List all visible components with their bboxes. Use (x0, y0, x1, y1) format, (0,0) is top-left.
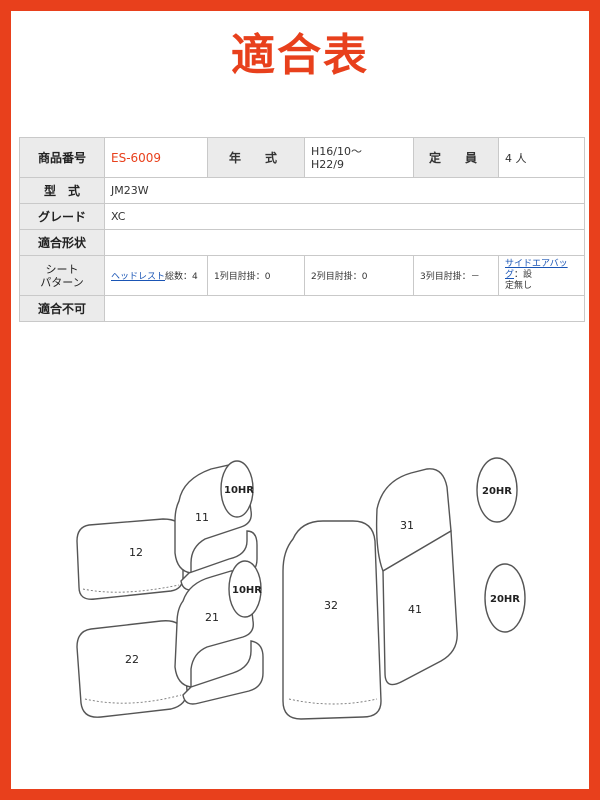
part-label: 12 (129, 546, 143, 559)
part-label: 21 (205, 611, 219, 624)
headrest-20hr-upper: 20HR (476, 457, 518, 523)
part-label: 41 (408, 603, 422, 616)
headrest-label: 10HR (232, 585, 262, 596)
headrest-label: 20HR (490, 594, 520, 605)
headrest-label: 20HR (482, 486, 512, 497)
seat-part-12: 12 (76, 518, 184, 600)
part-label: 31 (400, 519, 414, 532)
headrest-10hr-lower: 10HR (228, 560, 262, 618)
seat-cover-diagram: 12 11 10HR 22 21 10HR 32 31 41 20HR 20HR (76, 457, 526, 720)
seat-part-22: 22 (76, 620, 188, 718)
headrest-label: 10HR (224, 485, 254, 496)
part-label: 22 (125, 653, 139, 666)
part-label: 32 (324, 599, 338, 612)
page: 適合表 商品番号 ES-6009 年 式 H16/10〜 H22/9 定 員 4… (11, 11, 589, 789)
part-label: 11 (195, 511, 209, 524)
headrest-20hr-lower: 20HR (484, 563, 526, 633)
seat-part-32: 32 (282, 520, 382, 720)
